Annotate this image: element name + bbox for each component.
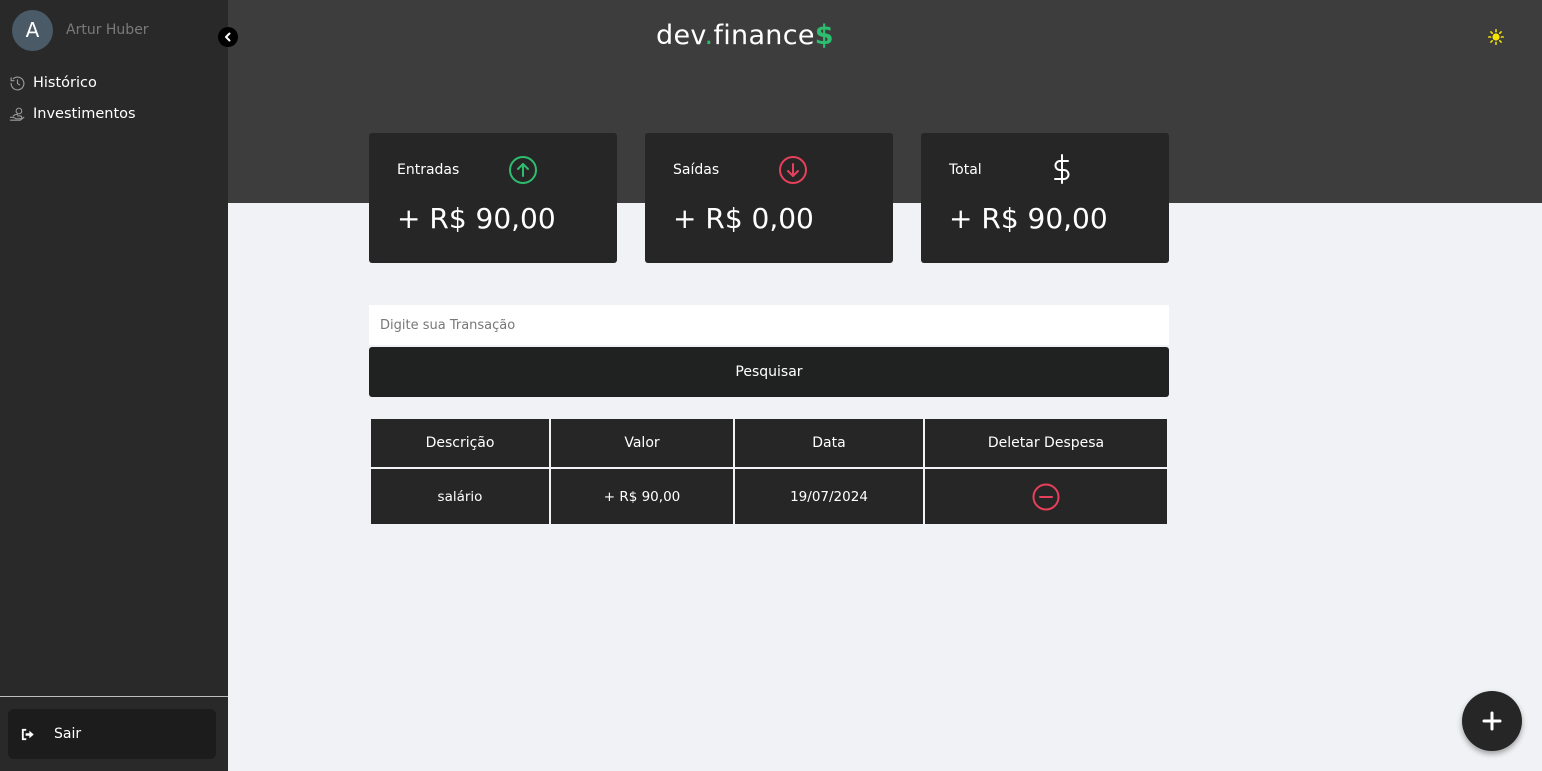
card-total-value: + R$ 90,00 xyxy=(949,202,1108,235)
sidebar-item-investimentos[interactable]: Investimentos xyxy=(8,105,136,123)
sidebar-item-historico[interactable]: Histórico xyxy=(8,74,97,92)
logo-text-finance: finance xyxy=(713,20,815,51)
cell-valor: + R$ 90,00 xyxy=(551,469,733,524)
search-input[interactable] xyxy=(369,305,1169,345)
column-header-data: Data xyxy=(735,419,923,467)
dollar-sign-icon xyxy=(1047,154,1077,184)
history-icon xyxy=(8,74,26,92)
search-button[interactable]: Pesquisar xyxy=(369,347,1169,397)
arrow-down-circle-icon xyxy=(778,155,808,185)
user-name: Artur Huber xyxy=(66,22,149,38)
logout-label: Sair xyxy=(54,726,82,742)
column-header-deletar: Deletar Despesa xyxy=(925,419,1167,467)
logout-button[interactable]: Sair xyxy=(8,709,216,759)
sidebar-item-label: Histórico xyxy=(33,75,97,91)
column-header-valor: Valor xyxy=(551,419,733,467)
cell-data: 19/07/2024 xyxy=(735,469,923,524)
logout-icon xyxy=(20,726,36,742)
logo-dollar: $ xyxy=(814,20,834,51)
table-header-row: Descrição Valor Data Deletar Despesa xyxy=(371,419,1167,467)
arrow-up-circle-icon xyxy=(508,155,538,185)
theme-toggle-button[interactable] xyxy=(1487,28,1505,46)
sun-icon xyxy=(1488,29,1504,45)
minus-circle-icon xyxy=(1032,483,1060,510)
investment-icon xyxy=(8,105,26,123)
sidebar-item-label: Investimentos xyxy=(33,106,136,122)
logo-text-dev: dev xyxy=(656,20,705,51)
card-saidas-label: Saídas xyxy=(673,162,720,178)
card-entradas: Entradas + R$ 90,00 xyxy=(369,133,617,263)
column-header-descricao: Descrição xyxy=(371,419,549,467)
avatar: A xyxy=(12,9,53,51)
transactions-table: Descrição Valor Data Deletar Despesa sal… xyxy=(369,417,1169,526)
card-total-label: Total xyxy=(949,162,982,178)
sidebar-divider xyxy=(0,696,228,697)
cell-delete xyxy=(925,469,1167,524)
collapse-sidebar-button[interactable] xyxy=(218,27,238,47)
plus-icon xyxy=(1482,711,1502,731)
card-total: Total + R$ 90,00 xyxy=(921,133,1169,263)
card-saidas-value: + R$ 0,00 xyxy=(673,202,814,235)
user-profile: A Artur Huber xyxy=(12,9,149,51)
delete-transaction-button[interactable] xyxy=(1031,482,1061,512)
card-entradas-label: Entradas xyxy=(397,162,460,178)
sidebar: A Artur Huber Histórico Investimentos Sa… xyxy=(0,0,228,771)
chevron-left-icon xyxy=(225,32,231,42)
card-saidas: Saídas + R$ 0,00 xyxy=(645,133,893,263)
card-entradas-value: + R$ 90,00 xyxy=(397,202,556,235)
add-transaction-button[interactable] xyxy=(1462,691,1522,751)
cell-descricao: salário xyxy=(371,469,549,524)
app-logo: dev.finance$ xyxy=(656,20,834,51)
table-row: salário + R$ 90,00 19/07/2024 xyxy=(371,469,1167,524)
